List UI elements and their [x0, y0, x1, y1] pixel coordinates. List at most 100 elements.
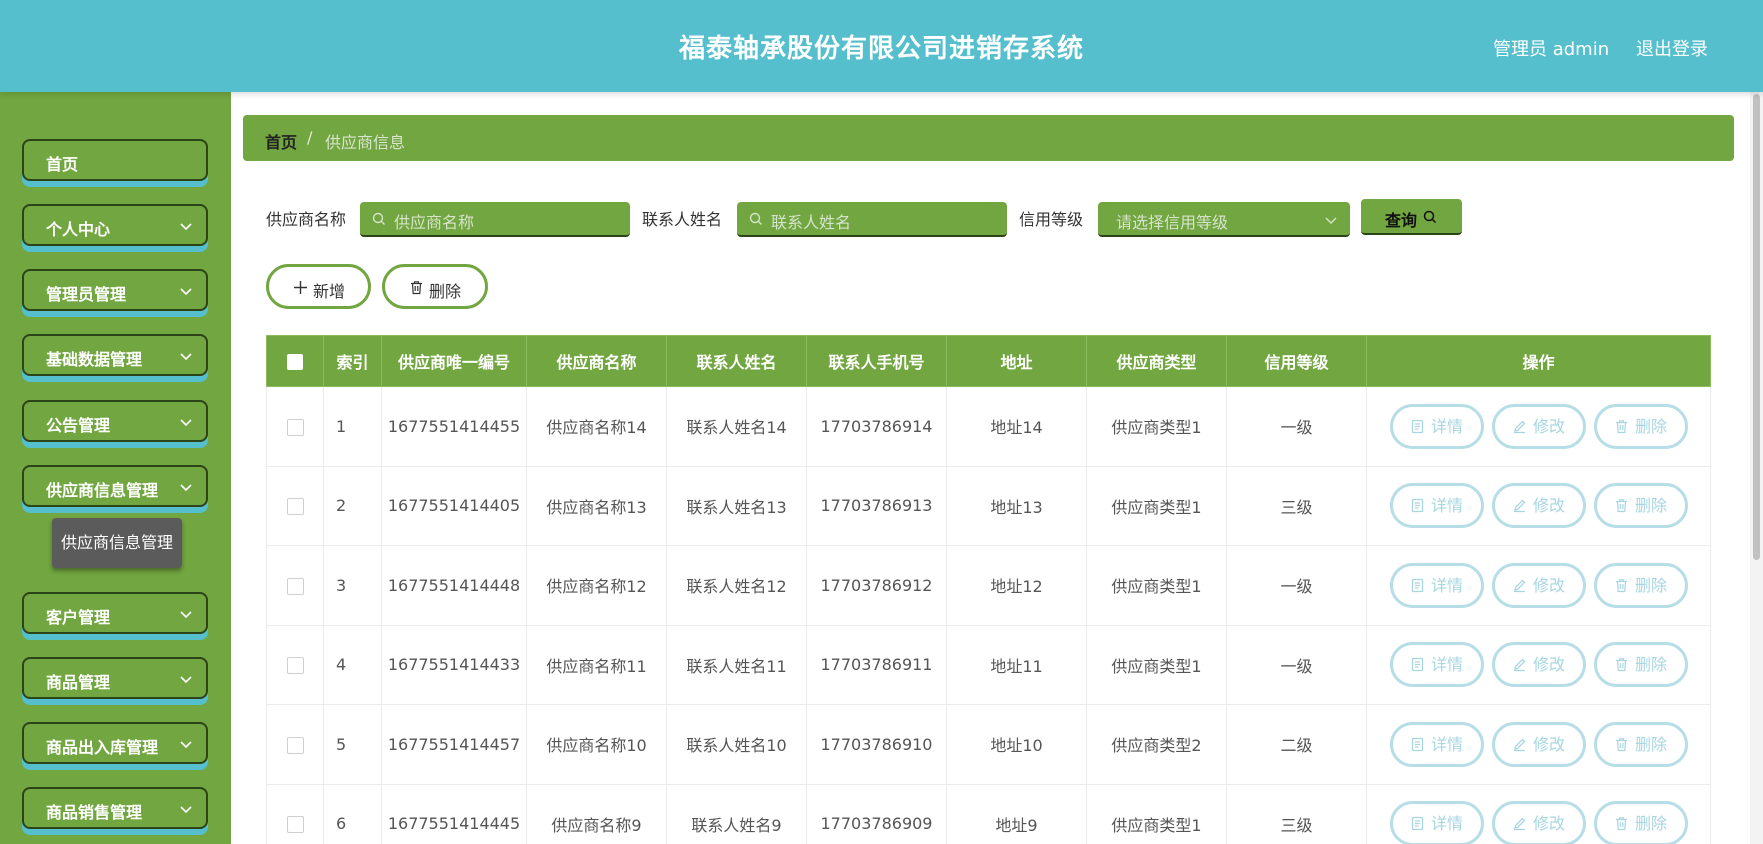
search-icon [749, 212, 762, 225]
detail-button[interactable]: 详情 [1389, 642, 1484, 688]
current-user: 管理员 admin [1493, 39, 1610, 60]
row-delete-button[interactable]: 删除 [1593, 642, 1688, 688]
detail-button[interactable]: 详情 [1389, 562, 1484, 608]
detail-button[interactable]: 详情 [1389, 721, 1484, 767]
row-select-cell [266, 704, 324, 785]
table-cell: 联系人姓名11 [666, 624, 807, 705]
scrollbar-thumb[interactable] [1753, 94, 1760, 560]
edit-button[interactable]: 修改 [1491, 801, 1586, 844]
chevron-down-icon [180, 676, 192, 684]
detail-button-label: 详情 [1430, 575, 1463, 595]
row-checkbox[interactable] [286, 736, 304, 754]
table-cell: 供应商类型1 [1086, 783, 1227, 844]
sidebar-item-stock-in-out[interactable]: 商品出入库管理 [22, 722, 208, 764]
sidebar-item-basic-data[interactable]: 基础数据管理 [22, 334, 208, 376]
column-header: 信用等级 [1226, 335, 1367, 387]
row-checkbox[interactable] [286, 418, 304, 436]
sidebar-item-notice[interactable]: 公告管理 [22, 400, 208, 442]
table-cell: 供应商名称12 [526, 545, 667, 626]
detail-button[interactable]: 详情 [1389, 403, 1484, 449]
edit-button-label: 修改 [1532, 416, 1565, 436]
chevron-down-icon [180, 741, 192, 749]
document-icon [1411, 578, 1424, 592]
trash-icon [1615, 578, 1627, 592]
row-delete-button[interactable]: 删除 [1593, 721, 1688, 767]
chevron-down-icon [180, 353, 192, 361]
detail-button[interactable]: 详情 [1389, 483, 1484, 529]
row-delete-button[interactable]: 删除 [1593, 483, 1688, 529]
edit-button[interactable]: 修改 [1491, 721, 1586, 767]
sidebar-item-label: 商品管理 [46, 673, 111, 692]
table-cell: 一级 [1226, 386, 1367, 467]
table-cell: 17703786910 [806, 704, 947, 785]
edit-button-label: 修改 [1532, 655, 1565, 675]
add-button[interactable]: 新增 [266, 264, 371, 309]
search-icon [372, 212, 385, 225]
sidebar-item-supplier[interactable]: 供应商信息管理 [22, 465, 208, 507]
edit-button[interactable]: 修改 [1491, 483, 1586, 529]
edit-icon [1513, 579, 1526, 592]
row-actions-cell: 详情 修改 删除 [1366, 783, 1711, 844]
row-delete-button[interactable]: 删除 [1593, 801, 1688, 844]
row-delete-button-label: 删除 [1634, 814, 1667, 834]
table-body: 1 1677551414455 供应商名称14 联系人姓名14 17703786914 地… [266, 386, 1711, 844]
sidebar-item-home[interactable]: 首页 [22, 139, 208, 181]
column-header: 供应商唯一编号 [381, 335, 527, 387]
row-checkbox[interactable] [286, 577, 304, 595]
delete-button[interactable]: 删除 [382, 264, 488, 309]
table-cell: 地址11 [946, 624, 1087, 705]
table-cell: 地址14 [946, 386, 1087, 467]
table-cell: 联系人姓名10 [666, 704, 807, 785]
sidebar-item-label: 客户管理 [46, 608, 111, 627]
edit-button[interactable]: 修改 [1491, 403, 1586, 449]
supplier-table: 索引 供应商唯一编号 供应商名称 联系人姓名 联系人手机号 地址 供应商类型 信… [266, 335, 1711, 844]
logout-link[interactable]: 退出登录 [1636, 35, 1708, 61]
table-cell: 3 [323, 545, 382, 626]
detail-button[interactable]: 详情 [1389, 801, 1484, 844]
detail-button-label: 详情 [1430, 734, 1463, 754]
row-delete-button-label: 删除 [1634, 655, 1667, 675]
row-checkbox[interactable] [286, 816, 304, 834]
select-all-checkbox[interactable] [287, 354, 303, 370]
edit-button[interactable]: 修改 [1491, 642, 1586, 688]
sidebar-subitem-supplier-info[interactable]: 供应商信息管理 [52, 518, 182, 568]
edit-button-label: 修改 [1532, 734, 1565, 754]
breadcrumb: 首页 / 供应商信息 [243, 115, 1734, 161]
page-scrollbar[interactable] [1750, 92, 1763, 844]
sidebar: 首页 个人中心 管理员管理 基础数据管理 公告管理 供应商信息管理 客户管理 商… [0, 92, 231, 844]
sidebar-item-personal-center[interactable]: 个人中心 [22, 204, 208, 246]
table-cell: 地址9 [946, 783, 1087, 844]
breadcrumb-home[interactable]: 首页 [265, 129, 297, 153]
chevron-down-icon [180, 806, 192, 814]
chevron-down-icon [180, 223, 192, 231]
row-delete-button[interactable]: 删除 [1593, 562, 1688, 608]
row-delete-button-label: 删除 [1634, 575, 1667, 595]
trash-icon [1615, 737, 1627, 751]
chevron-down-icon [180, 419, 192, 427]
edit-button[interactable]: 修改 [1491, 562, 1586, 608]
edit-icon [1513, 658, 1526, 672]
row-checkbox[interactable] [286, 657, 304, 675]
row-actions-cell: 详情 修改 删除 [1366, 545, 1711, 626]
sidebar-item-customer[interactable]: 客户管理 [22, 592, 208, 634]
query-button[interactable]: 查询 [1361, 199, 1462, 235]
sidebar-item-product[interactable]: 商品管理 [22, 657, 208, 699]
row-checkbox[interactable] [286, 498, 304, 516]
sidebar-item-admin[interactable]: 管理员管理 [22, 269, 208, 311]
sidebar-item-sales[interactable]: 商品销售管理 [22, 787, 208, 829]
trash-icon [1615, 499, 1627, 513]
credit-level-select[interactable]: 请选择信用等级 [1098, 202, 1350, 237]
table-cell: 供应商名称14 [526, 386, 667, 467]
row-delete-button[interactable]: 删除 [1593, 403, 1688, 449]
table-cell: 17703786912 [806, 545, 947, 626]
table-cell: 一级 [1226, 624, 1367, 705]
table-row: 5 1677551414457 供应商名称10 联系人姓名10 17703786910 地… [266, 704, 1711, 785]
contact-name-input[interactable]: 联系人姓名 [737, 202, 1007, 237]
table-cell: 5 [323, 704, 382, 785]
table-cell: 供应商类型1 [1086, 545, 1227, 626]
row-delete-button-label: 删除 [1634, 496, 1667, 516]
breadcrumb-separator: / [307, 128, 313, 147]
supplier-name-input[interactable]: 供应商名称 [360, 202, 630, 237]
table-cell: 供应商名称11 [526, 624, 667, 705]
detail-button-label: 详情 [1430, 655, 1463, 675]
